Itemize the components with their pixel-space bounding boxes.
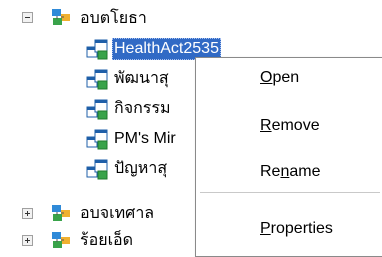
table-icon bbox=[86, 129, 108, 150]
tree-node-label: พัฒนาสุ bbox=[114, 70, 169, 87]
tree-node-item[interactable]: กิจกรรม bbox=[112, 95, 172, 123]
tree-node-item[interactable]: พัฒนาสุ bbox=[112, 65, 171, 93]
menu-item-open[interactable]: Open bbox=[196, 63, 382, 93]
tree-node-sibling[interactable]: อบจเทศาล bbox=[78, 200, 156, 228]
tree-node-label: ร้อยเอ็ด bbox=[80, 232, 134, 249]
folder-db-icon bbox=[52, 205, 70, 221]
tree-node-label: ปัญหาสุ bbox=[114, 160, 168, 177]
table-icon bbox=[86, 99, 108, 120]
menu-item-remove[interactable]: Remove bbox=[196, 111, 382, 141]
tree-node-label: กิจกรรม bbox=[114, 100, 171, 117]
menu-mnemonic: P bbox=[260, 220, 271, 237]
table-icon bbox=[86, 39, 108, 60]
context-menu: Open Remove Rename Properties bbox=[195, 57, 382, 257]
folder-db-icon bbox=[52, 232, 70, 248]
menu-separator bbox=[200, 192, 380, 193]
tree-node-item[interactable]: PM's Mir bbox=[112, 125, 178, 153]
tree-node-label: อบจเทศาล bbox=[80, 205, 155, 222]
menu-label-post: emove bbox=[271, 117, 320, 134]
menu-mnemonic: O bbox=[260, 69, 273, 86]
tree-node-item[interactable]: ปัญหาสุ bbox=[112, 155, 169, 183]
menu-item-properties[interactable]: Properties bbox=[196, 214, 382, 244]
tree-node-label: อบตโยธา bbox=[80, 10, 147, 27]
menu-label-post: ame bbox=[289, 163, 321, 180]
expand-toggle[interactable] bbox=[22, 235, 33, 246]
menu-label-pre: Re bbox=[260, 163, 281, 180]
menu-item-rename[interactable]: Rename bbox=[196, 157, 382, 187]
folder-db-icon bbox=[52, 9, 70, 25]
collapse-toggle[interactable] bbox=[22, 12, 33, 23]
menu-label-post: pen bbox=[272, 69, 300, 86]
tree-node-root[interactable]: อบตโยธา bbox=[78, 5, 149, 33]
menu-label-post: roperties bbox=[270, 220, 333, 237]
table-icon bbox=[86, 69, 108, 90]
table-icon bbox=[86, 159, 108, 180]
tree-node-sibling[interactable]: ร้อยเอ็ด bbox=[78, 227, 135, 255]
tree-node-label: PM's Mir bbox=[114, 130, 176, 147]
expand-toggle[interactable] bbox=[22, 208, 33, 219]
menu-mnemonic: R bbox=[260, 117, 272, 134]
